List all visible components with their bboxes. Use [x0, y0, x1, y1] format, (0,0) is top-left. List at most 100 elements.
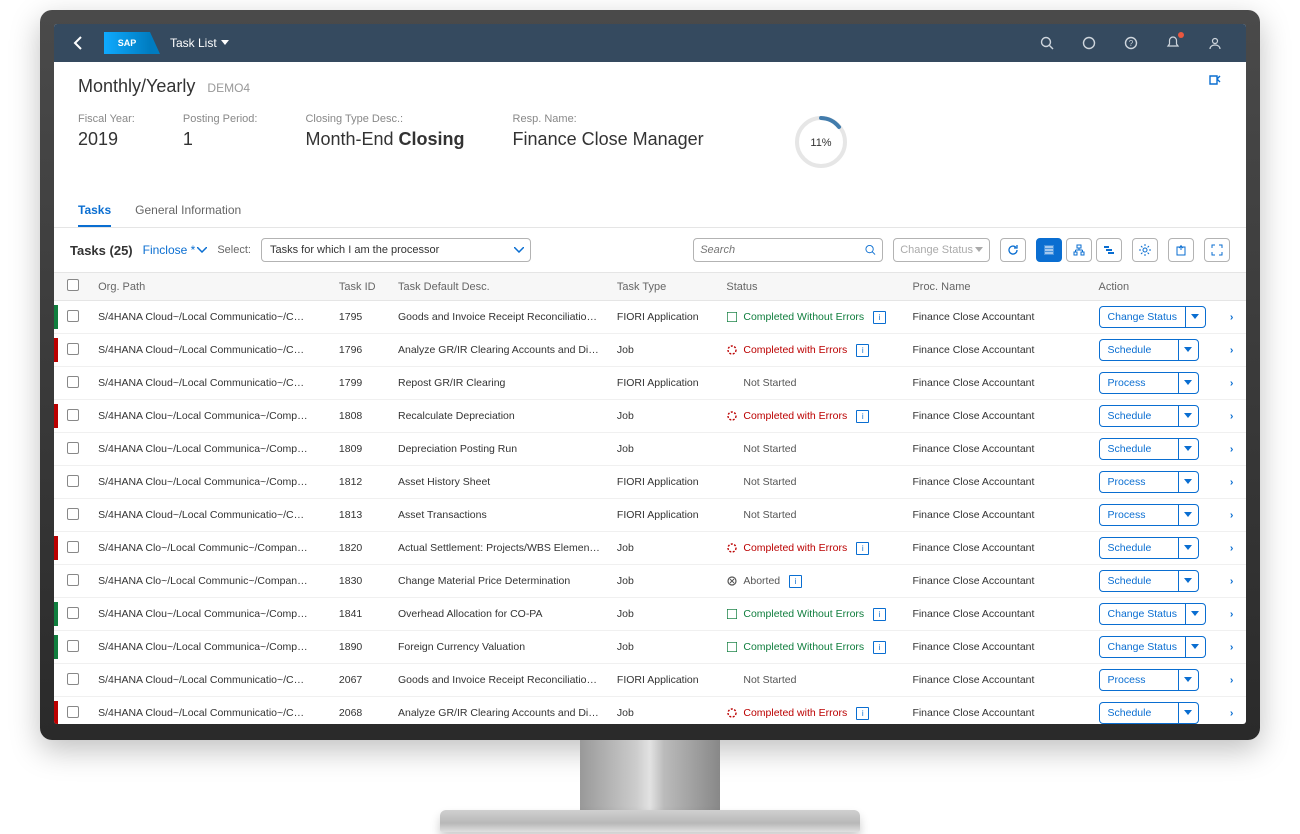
table-row[interactable]: S/4HANA Clo~/Local Communic~/Compan… 183…	[54, 565, 1246, 598]
col-task-id[interactable]: Task ID	[331, 273, 390, 301]
row-action-button[interactable]: Process	[1099, 504, 1199, 526]
row-nav-chevron[interactable]: ›	[1222, 565, 1246, 598]
row-nav-chevron[interactable]: ›	[1222, 301, 1246, 334]
settings-button[interactable]	[1132, 238, 1158, 262]
info-icon[interactable]: i	[856, 707, 869, 720]
cell-org-path: S/4HANA Cloud~/Local Communicatio~/C…	[90, 334, 331, 367]
row-action-button[interactable]: Change Status	[1099, 636, 1206, 658]
col-org-path[interactable]: Org. Path	[90, 273, 331, 301]
row-nav-chevron[interactable]: ›	[1222, 631, 1246, 664]
row-action-button[interactable]: Schedule	[1099, 570, 1199, 592]
info-icon[interactable]: i	[856, 542, 869, 555]
status-stripe	[54, 635, 58, 659]
row-checkbox[interactable]	[67, 442, 79, 454]
status-stripe	[54, 338, 58, 362]
row-nav-chevron[interactable]: ›	[1222, 598, 1246, 631]
row-checkbox[interactable]	[67, 475, 79, 487]
row-action-button[interactable]: Schedule	[1099, 702, 1199, 724]
row-nav-chevron[interactable]: ›	[1222, 499, 1246, 532]
table-row[interactable]: S/4HANA Cloud~/Local Communicatio~/C… 17…	[54, 367, 1246, 400]
row-nav-chevron[interactable]: ›	[1222, 664, 1246, 697]
table-row[interactable]: S/4HANA Clou~/Local Communica~/Comp… 181…	[54, 466, 1246, 499]
export-button[interactable]	[1168, 238, 1194, 262]
info-icon[interactable]: i	[873, 641, 886, 654]
table-row[interactable]: S/4HANA Cloud~/Local Communicatio~/C… 20…	[54, 697, 1246, 725]
col-proc-name[interactable]: Proc. Name	[904, 273, 1090, 301]
tab-tasks[interactable]: Tasks	[78, 195, 111, 227]
view-hierarchy-button[interactable]	[1066, 238, 1092, 262]
row-action-button[interactable]: Schedule	[1099, 405, 1199, 427]
row-checkbox[interactable]	[67, 508, 79, 520]
row-checkbox[interactable]	[67, 343, 79, 355]
table-row[interactable]: S/4HANA Clou~/Local Communica~/Comp… 180…	[54, 433, 1246, 466]
info-icon[interactable]: i	[789, 575, 802, 588]
search-icon[interactable]	[1032, 28, 1062, 58]
notifications-icon[interactable]	[1158, 28, 1188, 58]
cell-task-id: 1841	[331, 598, 390, 631]
task-list-menu[interactable]: Task List	[162, 32, 237, 54]
row-checkbox[interactable]	[67, 607, 79, 619]
row-nav-chevron[interactable]: ›	[1222, 367, 1246, 400]
status-stripe	[54, 569, 58, 593]
help-icon[interactable]: ?	[1116, 28, 1146, 58]
row-nav-chevron[interactable]: ›	[1222, 466, 1246, 499]
col-status[interactable]: Status	[718, 273, 904, 301]
row-nav-chevron[interactable]: ›	[1222, 697, 1246, 725]
col-action[interactable]: Action	[1091, 273, 1222, 301]
view-gantt-button[interactable]	[1096, 238, 1122, 262]
table-search[interactable]	[693, 238, 883, 262]
table-row[interactable]: S/4HANA Cloud~/Local Communicatio~/C… 18…	[54, 499, 1246, 532]
refresh-button[interactable]	[1000, 238, 1026, 262]
row-action-button[interactable]: Schedule	[1099, 438, 1199, 460]
tabs: Tasks General Information	[54, 195, 1246, 228]
row-checkbox[interactable]	[67, 310, 79, 322]
table-row[interactable]: S/4HANA Cloud~/Local Communicatio~/C… 17…	[54, 301, 1246, 334]
row-checkbox[interactable]	[67, 541, 79, 553]
table-row[interactable]: S/4HANA Clou~/Local Communica~/Comp… 184…	[54, 598, 1246, 631]
change-status-button[interactable]: Change Status	[893, 238, 990, 262]
row-nav-chevron[interactable]: ›	[1222, 433, 1246, 466]
row-checkbox[interactable]	[67, 574, 79, 586]
row-checkbox[interactable]	[67, 640, 79, 652]
variant-selector[interactable]: Finclose *	[143, 243, 208, 257]
col-task-desc[interactable]: Task Default Desc.	[390, 273, 609, 301]
info-icon[interactable]: i	[873, 311, 886, 324]
row-checkbox[interactable]	[67, 376, 79, 388]
table-row[interactable]: S/4HANA Clo~/Local Communic~/Compan… 182…	[54, 532, 1246, 565]
select-all-checkbox[interactable]	[67, 279, 79, 291]
row-nav-chevron[interactable]: ›	[1222, 400, 1246, 433]
tasks-table: Org. Path Task ID Task Default Desc. Tas…	[54, 273, 1246, 724]
cell-task-type: FIORI Application	[609, 664, 718, 697]
status-icon	[726, 509, 738, 521]
row-action-button[interactable]: Process	[1099, 372, 1199, 394]
info-icon[interactable]: i	[856, 344, 869, 357]
row-action-button[interactable]: Process	[1099, 471, 1199, 493]
info-icon[interactable]: i	[856, 410, 869, 423]
share-button[interactable]	[1206, 72, 1222, 91]
copilot-icon[interactable]	[1074, 28, 1104, 58]
row-checkbox[interactable]	[67, 706, 79, 718]
search-input[interactable]	[700, 244, 861, 256]
row-checkbox[interactable]	[67, 409, 79, 421]
row-action-button[interactable]: Schedule	[1099, 537, 1199, 559]
table-row[interactable]: S/4HANA Clou~/Local Communica~/Comp… 189…	[54, 631, 1246, 664]
info-icon[interactable]: i	[873, 608, 886, 621]
row-action-button[interactable]: Process	[1099, 669, 1199, 691]
fullscreen-button[interactable]	[1204, 238, 1230, 262]
row-nav-chevron[interactable]: ›	[1222, 532, 1246, 565]
view-list-button[interactable]	[1036, 238, 1062, 262]
row-action-button[interactable]: Change Status	[1099, 603, 1206, 625]
filter-combo[interactable]: Tasks for which I am the processor	[261, 238, 531, 262]
row-checkbox[interactable]	[67, 673, 79, 685]
row-action-button[interactable]: Schedule	[1099, 339, 1199, 361]
row-action-button[interactable]: Change Status	[1099, 306, 1206, 328]
col-task-type[interactable]: Task Type	[609, 273, 718, 301]
cell-status: Completed Without Errorsi	[718, 598, 904, 631]
row-nav-chevron[interactable]: ›	[1222, 334, 1246, 367]
table-row[interactable]: S/4HANA Cloud~/Local Communicatio~/C… 17…	[54, 334, 1246, 367]
user-icon[interactable]	[1200, 28, 1230, 58]
back-button[interactable]	[64, 29, 92, 57]
table-row[interactable]: S/4HANA Clou~/Local Communica~/Comp… 180…	[54, 400, 1246, 433]
tab-general-information[interactable]: General Information	[135, 195, 241, 227]
table-row[interactable]: S/4HANA Cloud~/Local Communicatio~/C… 20…	[54, 664, 1246, 697]
